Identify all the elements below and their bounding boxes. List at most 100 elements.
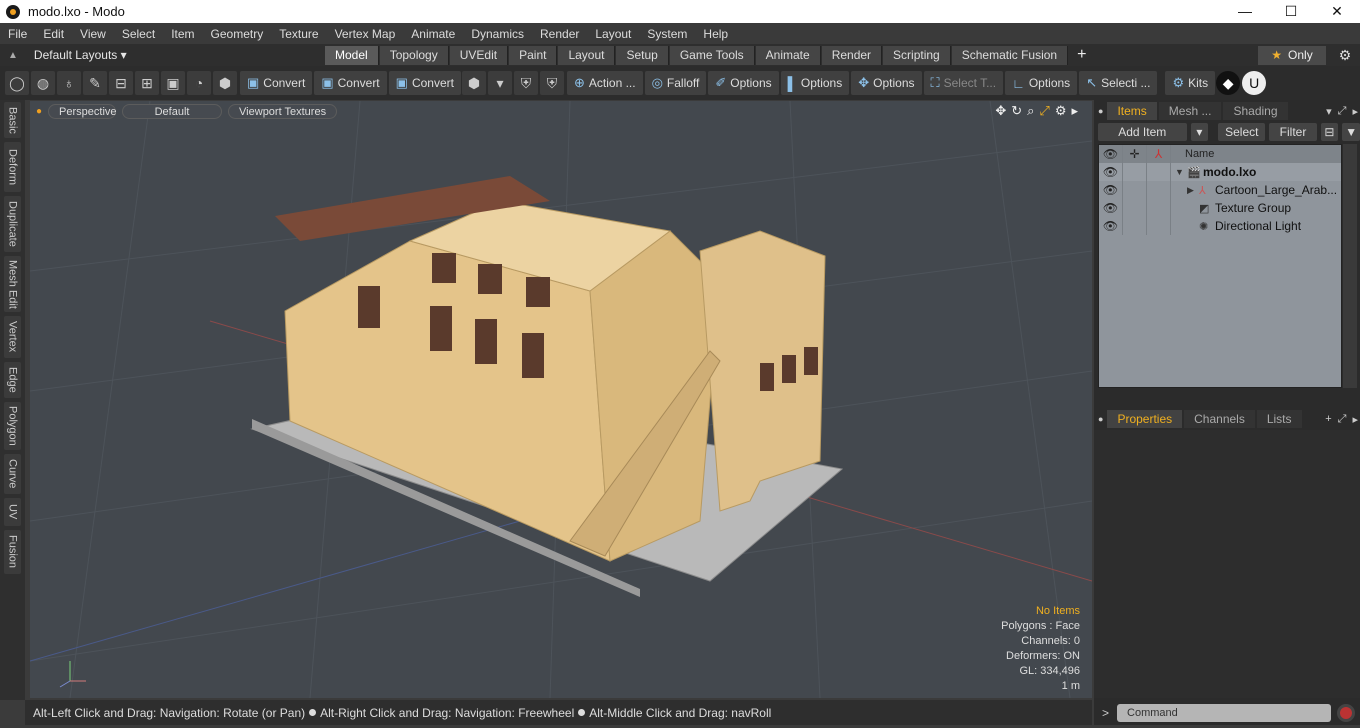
tab-duplicate[interactable]: Duplicate — [4, 196, 21, 252]
convert-button-1[interactable]: ▣ Convert — [240, 71, 313, 95]
expand-panel-icon[interactable]: ⤢ — [1338, 413, 1347, 426]
options-button-2[interactable]: ▌ Options — [780, 71, 850, 95]
polygons-icon[interactable]: ⊞ — [135, 71, 159, 95]
tab-paint[interactable]: Paint — [509, 45, 558, 65]
collapse-triangle-icon[interactable]: ▶ — [1187, 185, 1199, 196]
3d-viewport[interactable]: ● Perspective Default Viewport Textures … — [30, 101, 1092, 698]
panel-arrow-icon[interactable]: ▸ — [1352, 105, 1358, 118]
record-macro-icon[interactable] — [1337, 703, 1356, 722]
menu-vertex-map[interactable]: Vertex Map — [327, 27, 404, 41]
tab-fusion[interactable]: Fusion — [4, 530, 21, 574]
unreal-icon[interactable]: U — [1242, 71, 1267, 95]
eye-icon[interactable]: 👁 — [1099, 199, 1123, 217]
menu-texture[interactable]: Texture — [271, 27, 326, 41]
options-button-1[interactable]: ✐ Options — [708, 71, 779, 95]
symmetry-icon[interactable]: ⛨ — [513, 71, 538, 95]
menu-dynamics[interactable]: Dynamics — [463, 27, 532, 41]
menu-geometry[interactable]: Geometry — [203, 27, 272, 41]
snapping-icon[interactable]: ⛨ — [539, 71, 564, 95]
tab-model[interactable]: Model — [325, 45, 379, 65]
tab-render[interactable]: Render — [821, 45, 883, 65]
minimize-button[interactable]: — — [1222, 3, 1268, 20]
menu-view[interactable]: View — [72, 27, 114, 41]
menu-help[interactable]: Help — [695, 27, 736, 41]
collapse-icon[interactable]: ⊟ — [1320, 123, 1339, 141]
menu-file[interactable]: File — [0, 27, 35, 41]
menu-render[interactable]: Render — [532, 27, 587, 41]
tab-properties[interactable]: Properties — [1107, 410, 1183, 428]
menu-system[interactable]: System — [639, 27, 695, 41]
gear-icon[interactable]: ⚙ — [1330, 47, 1360, 64]
pan-icon[interactable]: ✥ — [995, 103, 1006, 119]
item-row-texture-group[interactable]: 👁 ◩ Texture Group — [1099, 199, 1341, 217]
eye-icon[interactable]: 👁 — [1099, 181, 1123, 199]
collapse-arrow-icon[interactable]: ▲ — [8, 50, 18, 61]
edges-icon[interactable]: ⊟ — [109, 71, 133, 95]
fit-icon[interactable]: ⤢ — [1039, 103, 1049, 119]
item-row-scene[interactable]: 👁 ▼ 🎬 modo.lxo — [1099, 163, 1341, 181]
menu-item[interactable]: Item — [163, 27, 202, 41]
viewport-scene[interactable] — [30, 101, 1092, 698]
viewport-settings-icon[interactable]: ⚙ — [1055, 103, 1067, 119]
select-through-button[interactable]: ⛶ Select T... — [923, 71, 1004, 95]
maximize-button[interactable]: ☐ — [1268, 3, 1314, 20]
pivot-icon[interactable]: ◔ — [187, 71, 211, 95]
chevron-down-icon[interactable]: ▾ — [1326, 105, 1332, 118]
tab-lists[interactable]: Lists — [1256, 410, 1302, 428]
tab-curve[interactable]: Curve — [4, 454, 21, 494]
shading-default-dropdown[interactable]: Default — [122, 103, 223, 119]
filter-button[interactable]: Filter — [1269, 123, 1317, 141]
mesh-icon[interactable]: ⬢ — [461, 71, 486, 95]
select-vertices-icon[interactable]: ◯ — [5, 71, 29, 95]
item-list-scrollbar[interactable] — [1343, 144, 1357, 388]
menu-layout[interactable]: Layout — [587, 27, 639, 41]
menu-select[interactable]: Select — [114, 27, 163, 41]
command-input[interactable]: Command — [1117, 703, 1332, 722]
tab-vertex[interactable]: Vertex — [4, 316, 21, 358]
materials-icon[interactable]: ▣ — [161, 71, 185, 95]
options-button-3[interactable]: ✥ Options — [851, 71, 922, 95]
chevron-down-icon[interactable]: ▾ — [487, 71, 512, 95]
tab-mesh[interactable]: Mesh ... — [1158, 102, 1222, 120]
add-tab-icon[interactable]: + — [1325, 413, 1331, 426]
convert-button-2[interactable]: ▣ Convert — [314, 71, 387, 95]
perspective-dropdown[interactable]: Perspective — [48, 103, 117, 119]
tab-uv[interactable]: UV — [4, 498, 21, 526]
layouts-selector[interactable]: ▲ Default Layouts ▾ — [0, 44, 325, 66]
close-button[interactable]: ✕ — [1314, 3, 1360, 20]
tab-shading[interactable]: Shading — [1223, 102, 1288, 120]
expand-arrow-icon[interactable]: ▸ — [1071, 103, 1078, 119]
action-center-button[interactable]: ⊕ Action ... — [566, 71, 643, 95]
item-row-light[interactable]: 👁 ✺ Directional Light — [1099, 217, 1341, 235]
falloff-button[interactable]: ◎ Falloff — [644, 71, 707, 95]
select-button[interactable]: Select — [1218, 123, 1266, 141]
tab-polygon[interactable]: Polygon — [4, 402, 21, 450]
panel-menu-icon[interactable]: ● — [1098, 106, 1103, 116]
item-list[interactable]: 👁 ✛ ⅄ Name 👁 ▼ 🎬 modo.lxo 👁 ▶ ⅄ Cartoon_Larg… — [1098, 144, 1342, 388]
only-toggle[interactable]: ★ Only — [1258, 45, 1326, 65]
tab-schematic-fusion[interactable]: Schematic Fusion — [951, 45, 1069, 65]
rotate-icon[interactable]: ↻ — [1011, 103, 1022, 119]
tab-uvedit[interactable]: UVEdit — [449, 45, 509, 65]
panel-menu-icon[interactable]: ● — [1098, 414, 1103, 424]
expand-triangle-icon[interactable]: ▼ — [1175, 167, 1187, 177]
tab-layout[interactable]: Layout — [558, 45, 616, 65]
add-tab-icon[interactable]: + — [1077, 46, 1086, 64]
tab-setup[interactable]: Setup — [616, 45, 669, 65]
tab-scripting[interactable]: Scripting — [883, 45, 951, 65]
tab-edge[interactable]: Edge — [4, 362, 21, 398]
unity-icon[interactable]: ◆ — [1216, 71, 1241, 95]
menu-animate[interactable]: Animate — [403, 27, 463, 41]
kits-button[interactable]: ⚙ Kits — [1165, 71, 1216, 95]
convert-button-3[interactable]: ▣ Convert — [388, 71, 461, 95]
tab-deform[interactable]: Deform — [4, 142, 21, 192]
add-item-dropdown-icon[interactable]: ▾ — [1190, 123, 1209, 141]
funnel-icon[interactable]: ▼ — [1342, 123, 1360, 141]
menu-edit[interactable]: Edit — [35, 27, 72, 41]
panel-arrow-icon[interactable]: ▸ — [1352, 413, 1358, 426]
globe-icon[interactable]: ◍ — [31, 71, 55, 95]
tab-items[interactable]: Items — [1107, 102, 1157, 120]
viewport-menu-icon[interactable]: ● — [36, 106, 42, 117]
tab-game-tools[interactable]: Game Tools — [669, 45, 755, 65]
tab-animate[interactable]: Animate — [755, 45, 821, 65]
